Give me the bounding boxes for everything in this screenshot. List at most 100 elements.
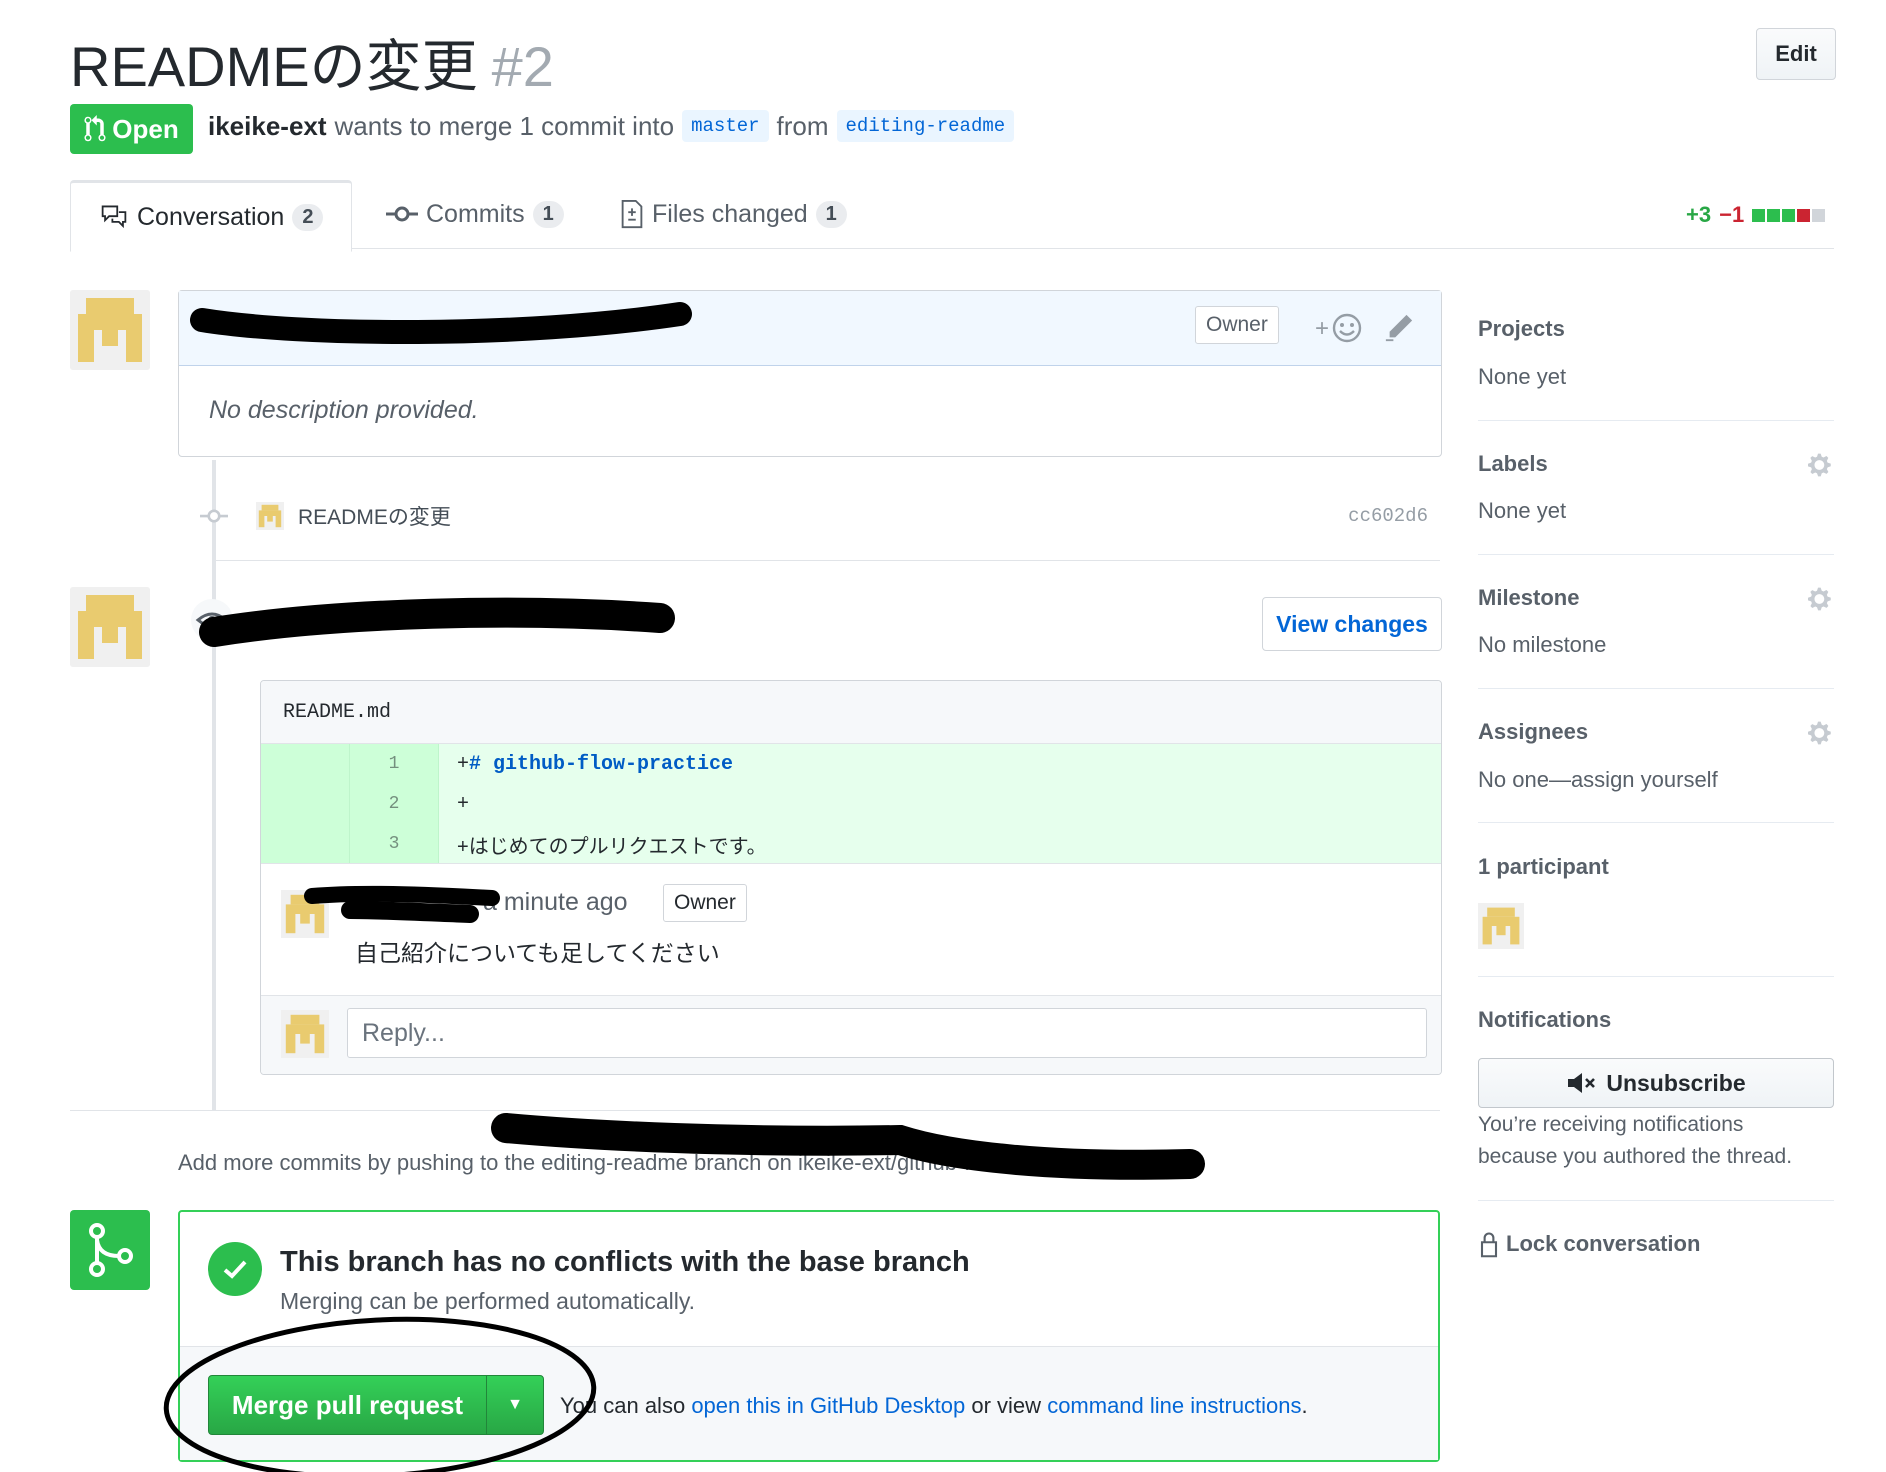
labels-value: None yet: [1478, 498, 1567, 523]
projects-heading[interactable]: Projects: [1478, 316, 1834, 342]
timeline-line: [212, 460, 216, 1110]
diffstat-additions: +3: [1686, 202, 1712, 227]
gear-icon[interactable]: [1808, 586, 1834, 612]
edit-pencil-icon[interactable]: [1384, 313, 1414, 343]
tab-files-changed[interactable]: Files changed 1: [620, 180, 847, 248]
labels-heading[interactable]: Labels: [1478, 451, 1834, 477]
merge-status-icon-box: [70, 1210, 150, 1290]
reply-row: Reply...: [261, 995, 1441, 1074]
head-branch[interactable]: editing-readme: [836, 110, 1015, 142]
file-diff-icon: [621, 199, 643, 229]
merge-actions: Merge pull request ▼ You can also open t…: [180, 1346, 1438, 1460]
view-changes-button[interactable]: View changes: [1262, 597, 1442, 651]
notification-reason-line2: because you authored the thread.: [1478, 1145, 1793, 1168]
inline-review-comment: a minute ago Owner 自己紹介についても足してください: [261, 863, 1441, 994]
unsubscribe-button[interactable]: Unsubscribe: [1478, 1058, 1834, 1108]
review-eye-icon: [191, 599, 233, 641]
tab-files-label: Files changed: [652, 199, 808, 228]
commit-author-avatar[interactable]: [256, 502, 284, 530]
page-title: READMEの変更 #2: [70, 22, 554, 103]
comment-discussion-icon: [101, 205, 127, 229]
sidebar-divider: [1478, 420, 1834, 421]
comment-time[interactable]: a minute ago: [483, 888, 628, 917]
owner-label: Owner: [663, 884, 747, 922]
tab-conversation-count: 2: [292, 203, 324, 231]
from-text: from: [776, 110, 829, 141]
command-line-link[interactable]: command line instructions: [1047, 1393, 1301, 1418]
pr-title-text: READMEの変更: [70, 35, 478, 98]
state-badge: Open: [70, 104, 193, 154]
pull-request-icon: [84, 115, 106, 142]
tab-files-count: 1: [815, 200, 847, 228]
old-line-number: [261, 784, 350, 824]
milestone-heading[interactable]: Milestone: [1478, 585, 1834, 611]
notification-reason-line1: You’re receiving notifications: [1478, 1113, 1744, 1136]
commit-event: READMEの変更 cc602d6: [200, 490, 1440, 542]
tab-commits-count: 1: [532, 200, 564, 228]
git-commit-icon: [386, 206, 418, 222]
new-line-number[interactable]: 1: [350, 744, 439, 784]
lock-conversation-link[interactable]: Lock conversation: [1478, 1230, 1834, 1258]
merge-method-dropdown[interactable]: ▼: [487, 1396, 543, 1414]
gear-icon[interactable]: [1808, 720, 1834, 746]
sidebar-divider: [1478, 554, 1834, 555]
gear-icon[interactable]: [1808, 452, 1834, 478]
reviewer-avatar[interactable]: [70, 587, 150, 667]
redaction-scribble: [199, 597, 675, 647]
current-user-avatar: [281, 1010, 329, 1058]
diff-line: 2 +: [261, 784, 1441, 824]
comment-body: 自己紹介についても足してください: [355, 940, 720, 966]
svg-text:+: +: [1315, 315, 1329, 342]
reply-input[interactable]: Reply...: [347, 1008, 1427, 1058]
file-name[interactable]: README.md: [283, 701, 391, 724]
tab-commits[interactable]: Commits 1: [386, 180, 564, 248]
base-branch[interactable]: master: [682, 110, 769, 142]
file-header: README.md: [261, 681, 1441, 744]
merge-text: wants to merge 1 commit into: [334, 110, 675, 141]
assignees-value[interactable]: No one—assign yourself: [1478, 767, 1834, 793]
sidebar-divider: [1478, 822, 1834, 823]
comment-avatar[interactable]: [281, 890, 329, 938]
diffstat-deletions: −1: [1719, 202, 1745, 227]
participant-avatar[interactable]: [1478, 903, 1524, 949]
sidebar-divider: [1478, 976, 1834, 977]
merge-pull-request-button[interactable]: Merge pull request ▼: [208, 1375, 544, 1435]
timeline-divider: [216, 560, 1440, 561]
pr-meta: ikeike-ext wants to merge 1 commit into …: [208, 110, 1015, 142]
edit-button[interactable]: Edit: [1756, 28, 1836, 80]
old-line-number: [261, 744, 350, 784]
commit-message[interactable]: READMEの変更: [298, 501, 451, 531]
assignees-heading[interactable]: Assignees: [1478, 719, 1834, 745]
lock-icon: [1480, 1232, 1498, 1258]
git-commit-icon: [200, 509, 228, 523]
code-line: +# github-flow-practice: [457, 752, 734, 776]
author-avatar[interactable]: [70, 290, 150, 370]
diffstat: +3 −1: [1686, 202, 1827, 228]
commit-sha[interactable]: cc602d6: [1348, 505, 1428, 527]
git-merge-icon: [89, 1223, 133, 1277]
notifications-heading: Notifications: [1478, 1007, 1612, 1032]
sidebar-divider: [1478, 1200, 1834, 1201]
code-line: +はじめてのプルリクエストです。: [457, 835, 767, 858]
add-reaction-icon[interactable]: +: [1315, 311, 1365, 345]
sidebar-divider: [1478, 688, 1834, 689]
open-in-desktop-link[interactable]: open this in GitHub Desktop: [691, 1393, 965, 1418]
owner-label: Owner: [1195, 306, 1279, 344]
new-line-number[interactable]: 3: [350, 824, 439, 864]
diff-line: 3 +はじめてのプルリクエストです。: [261, 824, 1441, 864]
code-line: +: [457, 792, 470, 816]
timeline-end-divider: [70, 1110, 1440, 1111]
tab-conversation-label: Conversation: [137, 202, 285, 231]
merge-box: This branch has no conflicts with the ba…: [178, 1210, 1440, 1462]
push-hint: Add more commits by pushing to the editi…: [178, 1150, 1094, 1175]
lock-label: Lock conversation: [1506, 1231, 1701, 1256]
check-icon: [208, 1242, 262, 1296]
merge-button-label[interactable]: Merge pull request: [209, 1376, 487, 1434]
new-line-number[interactable]: 2: [350, 784, 439, 824]
pr-number: #2: [491, 35, 554, 98]
tab-conversation[interactable]: Conversation 2: [70, 180, 353, 252]
author-link[interactable]: ikeike-ext: [208, 111, 327, 142]
pr-description-comment: Owner + No description provided.: [178, 290, 1442, 457]
projects-value: None yet: [1478, 364, 1567, 389]
comment-header: Owner +: [179, 291, 1441, 366]
